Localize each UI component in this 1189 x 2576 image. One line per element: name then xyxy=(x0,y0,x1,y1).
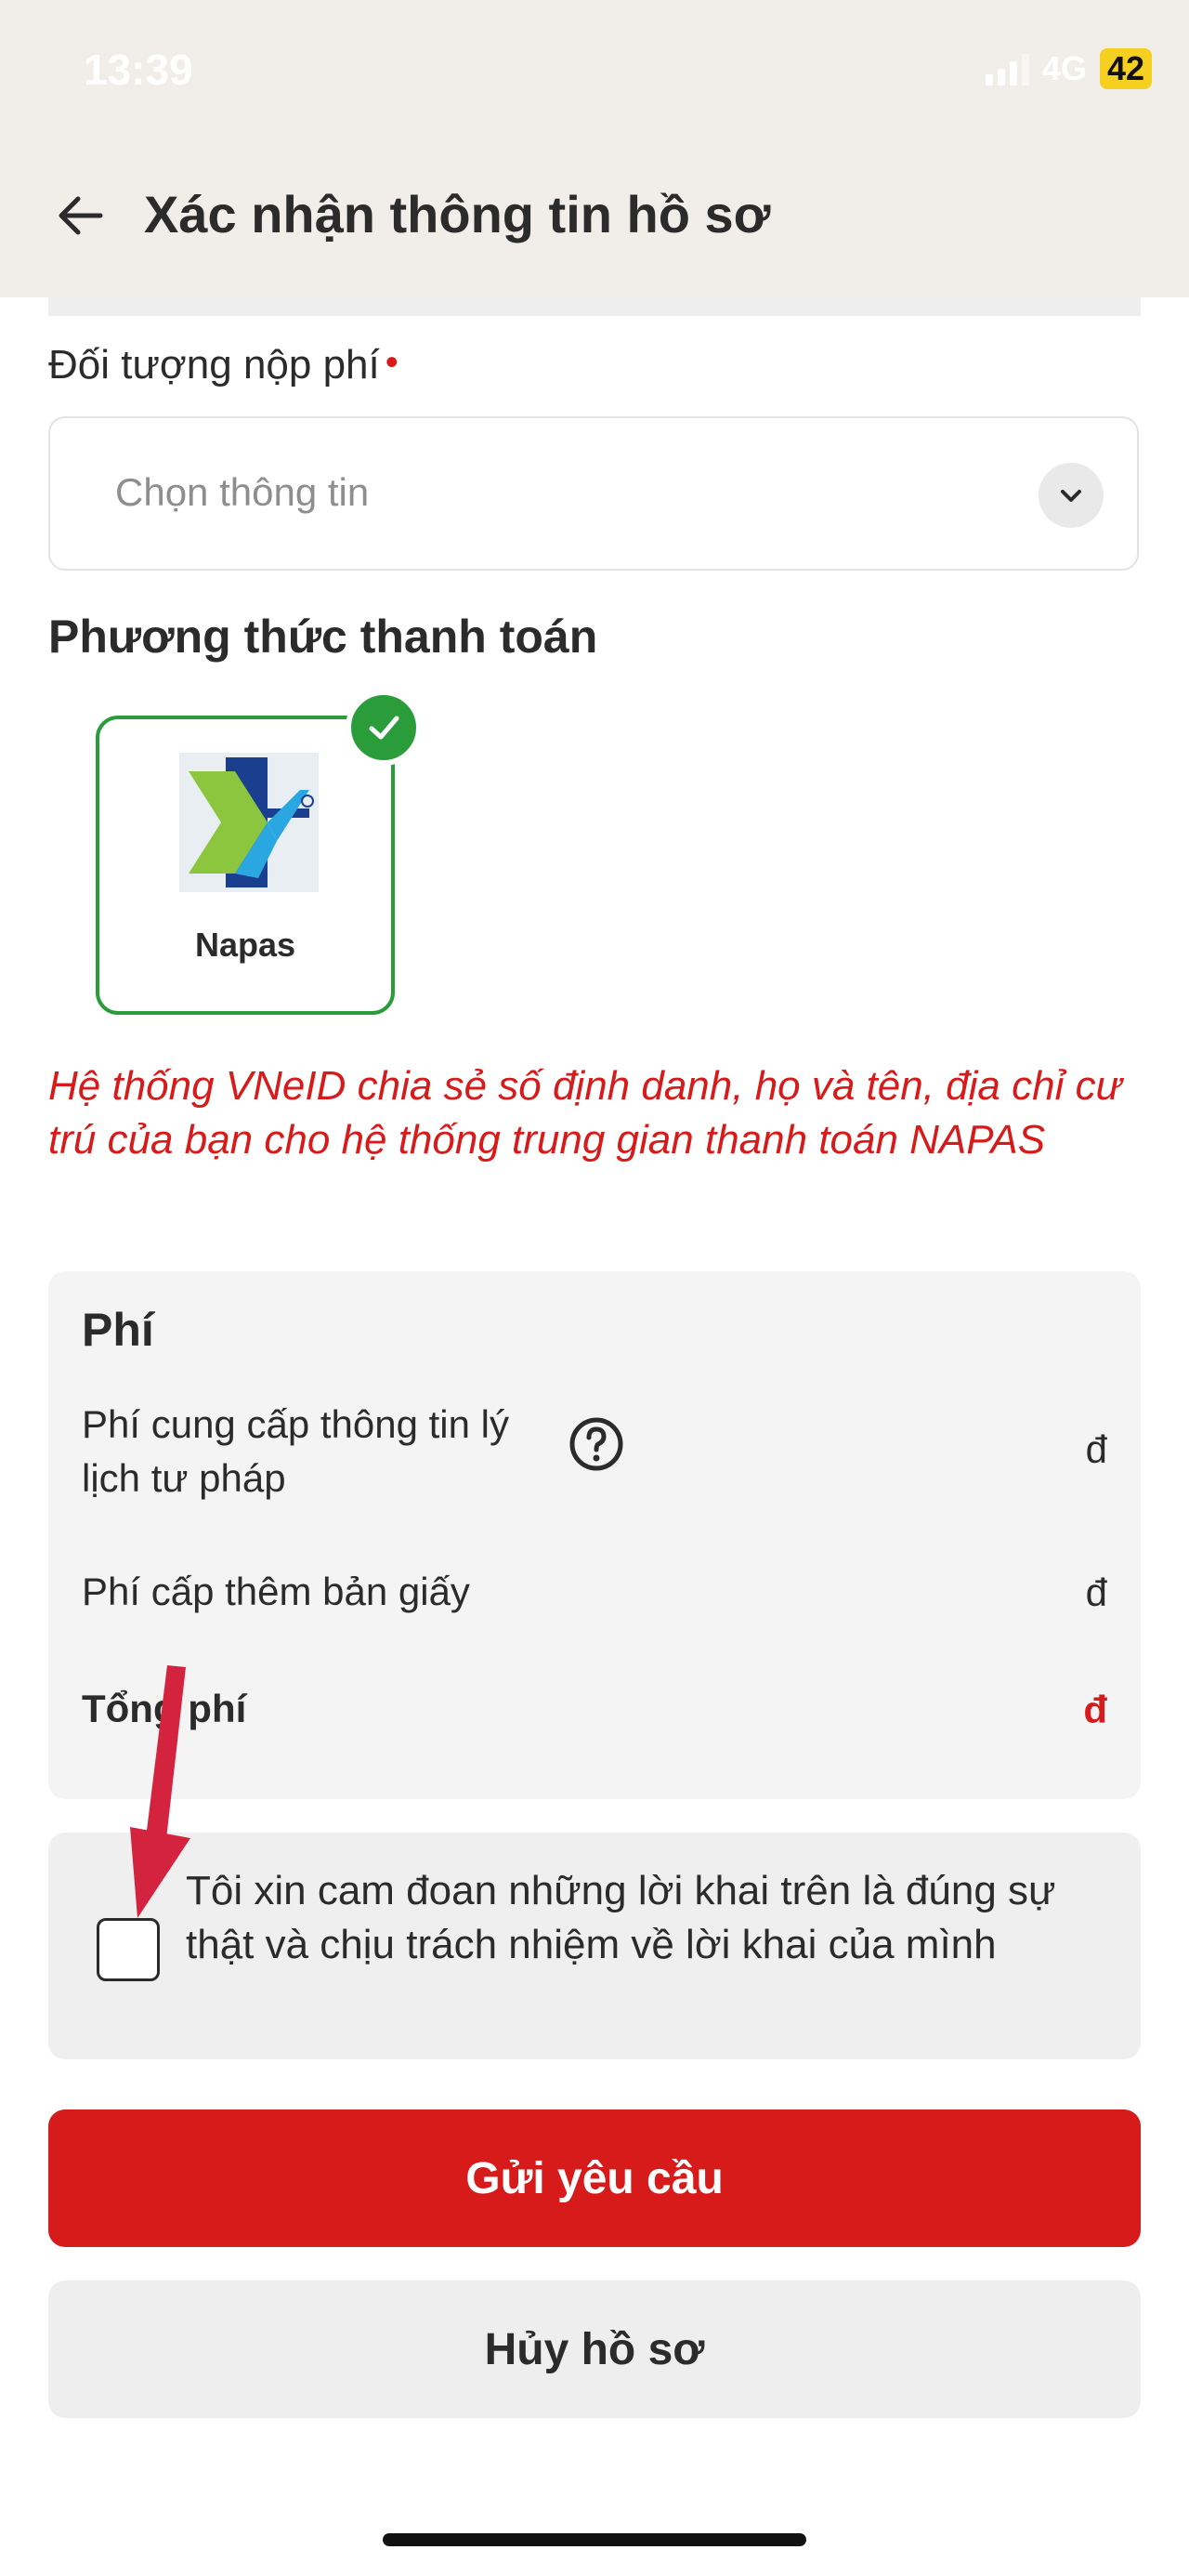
check-icon xyxy=(346,690,422,766)
home-indicator xyxy=(383,2533,806,2546)
fee-total-value: đ xyxy=(1083,1688,1107,1731)
fee-summary: Phí Phí cung cấp thông tin lý lịch tư ph… xyxy=(48,1271,1141,1799)
divider xyxy=(48,297,1141,316)
payment-method-title: Phương thức thanh toán xyxy=(48,611,598,663)
submit-button[interactable]: Gửi yêu cầu xyxy=(48,2109,1141,2247)
fee-row-label: Phí cung cấp thông tin lý lịch tư pháp xyxy=(82,1402,509,1500)
app-header: 13:39 4G 42 Xác nhận thông tin hồ sơ xyxy=(0,0,1189,297)
chevron-down-icon[interactable] xyxy=(1039,463,1104,528)
back-arrow-icon[interactable] xyxy=(54,188,110,243)
fee-title: Phí xyxy=(82,1304,154,1356)
page-title: Xác nhận thông tin hồ sơ xyxy=(144,185,771,243)
annotation-arrow xyxy=(130,1665,190,1918)
payer-label-text: Đối tượng nộp phí xyxy=(48,342,380,388)
fee-row-value: đ xyxy=(1085,1427,1107,1471)
payment-option-napas[interactable]: Napas xyxy=(96,716,395,1015)
payer-label: Đối tượng nộp phí • xyxy=(48,342,399,388)
battery-indicator: 42 xyxy=(1099,48,1152,89)
agreement-text: Tôi xin cam đoan những lời khai trên là … xyxy=(186,1868,1056,1967)
cancel-button[interactable]: Hủy hồ sơ xyxy=(48,2280,1141,2418)
signal-icon xyxy=(985,52,1029,85)
help-circle-icon[interactable] xyxy=(567,1414,626,1474)
network-type: 4G xyxy=(1041,49,1087,87)
payer-select-placeholder: Chọn thông tin xyxy=(115,470,370,514)
status-time: 13:39 xyxy=(84,46,193,94)
payer-select[interactable]: Chọn thông tin xyxy=(48,416,1139,571)
required-mark: • xyxy=(385,342,399,383)
fee-row-label: Phí cấp thêm bản giấy xyxy=(82,1570,470,1613)
napas-logo xyxy=(179,753,319,892)
fee-row-value: đ xyxy=(1085,1571,1107,1614)
agreement-box: Tôi xin cam đoan những lời khai trên là … xyxy=(48,1833,1141,2059)
payment-option-label: Napas xyxy=(194,926,296,964)
napas-notice: Hệ thống VNeID chia sẻ số định danh, họ … xyxy=(48,1063,1122,1163)
status-indicators: 4G 42 xyxy=(985,48,1152,89)
